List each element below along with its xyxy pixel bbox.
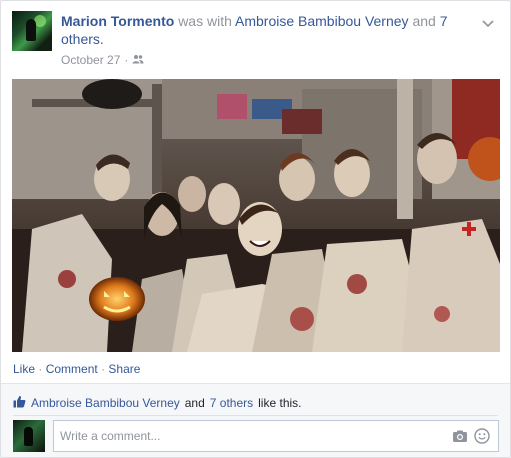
avatar-figure bbox=[26, 19, 36, 41]
share-link[interactable]: Share bbox=[108, 362, 140, 376]
post-actions: Like · Comment · Share bbox=[13, 362, 140, 376]
comment-icons bbox=[452, 428, 490, 447]
with-text: was with bbox=[178, 13, 232, 29]
chevron-down-icon[interactable] bbox=[480, 15, 496, 31]
commenter-avatar[interactable] bbox=[13, 420, 45, 452]
post-meta: October 27 · bbox=[61, 53, 144, 67]
and-text: and bbox=[412, 13, 436, 29]
author-name-link[interactable]: Marion Tormento bbox=[61, 13, 174, 29]
headline-period: . bbox=[99, 31, 104, 47]
liker-link[interactable]: Ambroise Bambibou Verney bbox=[31, 396, 180, 410]
comments-divider bbox=[13, 415, 498, 416]
post-photo[interactable] bbox=[12, 79, 500, 352]
friends-icon[interactable] bbox=[132, 53, 144, 67]
tagged-person-link[interactable]: Ambroise Bambibou Verney bbox=[235, 13, 409, 29]
post-date[interactable]: October 27 bbox=[61, 53, 120, 67]
photo-scene bbox=[12, 79, 500, 352]
post-card: Marion Tormento was with Ambroise Bambib… bbox=[0, 0, 511, 458]
comment-input[interactable] bbox=[60, 429, 430, 443]
comment-link[interactable]: Comment bbox=[46, 362, 98, 376]
thumbs-up-icon bbox=[13, 395, 26, 411]
commenter-figure bbox=[24, 427, 33, 446]
camera-icon[interactable] bbox=[452, 428, 468, 447]
likes-suffix: like this. bbox=[258, 396, 302, 410]
actions-separator: · bbox=[101, 362, 106, 376]
likes-others-link[interactable]: 7 others bbox=[210, 396, 253, 410]
actions-separator: · bbox=[38, 362, 43, 376]
likes-summary: Ambroise Bambibou Verney and 7 others li… bbox=[13, 395, 302, 411]
author-avatar[interactable] bbox=[12, 11, 52, 51]
like-link[interactable]: Like bbox=[13, 362, 35, 376]
post-header: Marion Tormento was with Ambroise Bambib… bbox=[12, 11, 500, 71]
meta-separator: · bbox=[124, 53, 129, 67]
smiley-icon[interactable] bbox=[474, 428, 490, 447]
post-headline: Marion Tormento was with Ambroise Bambib… bbox=[61, 12, 461, 48]
likes-and-text: and bbox=[184, 396, 205, 410]
comment-box[interactable] bbox=[53, 420, 499, 452]
